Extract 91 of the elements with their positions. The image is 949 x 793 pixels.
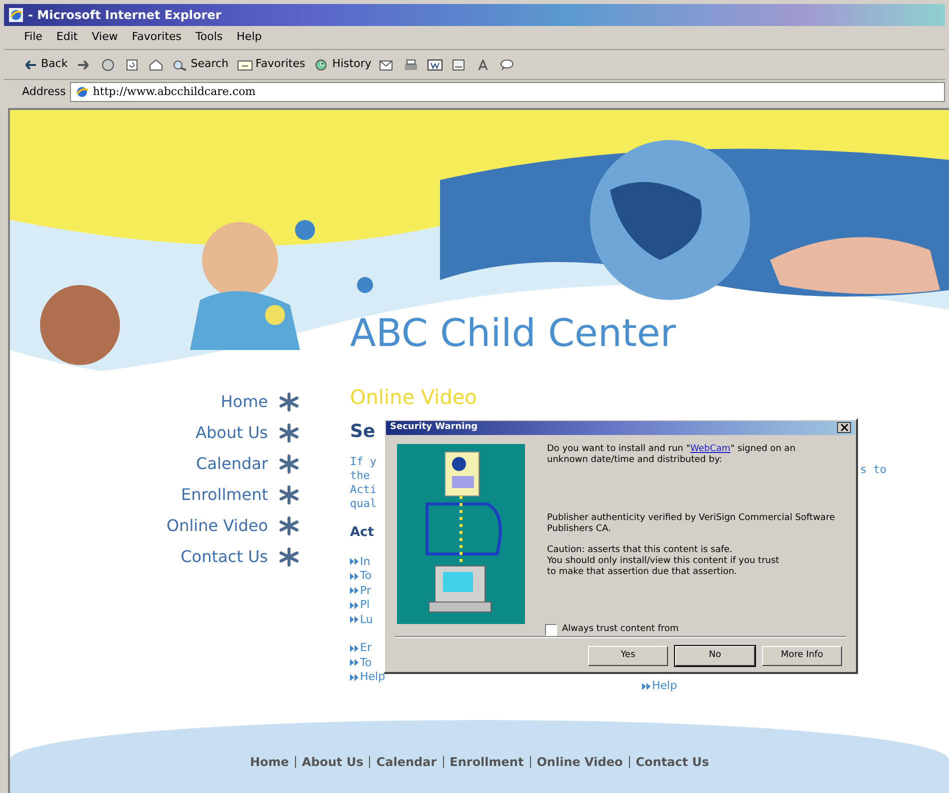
- folder-icon: [236, 58, 253, 70]
- link[interactable]: Help: [350, 670, 386, 684]
- double-arrow-icon: [350, 587, 359, 594]
- caution-text: to make that assertion due that assertion.: [547, 566, 738, 578]
- asterisk-icon: [278, 546, 300, 566]
- double-arrow-icon: [350, 644, 359, 652]
- toolbar-button[interactable]: [499, 58, 516, 70]
- link[interactable]: Pl: [350, 598, 370, 612]
- toolbar-button[interactable]: [403, 58, 420, 70]
- menu-item[interactable]: Favorites: [132, 29, 182, 46]
- page-icon: [74, 85, 89, 99]
- home-icon: [148, 58, 164, 70]
- asterisk-icon: [278, 484, 300, 504]
- double-arrow-icon: [350, 558, 359, 566]
- footer-link[interactable]: Home: [250, 753, 289, 771]
- subheading: Act: [350, 524, 374, 542]
- nav-link[interactable]: Online Video: [166, 514, 300, 537]
- double-arrow-icon: [350, 659, 359, 666]
- paragraph-text: Acti: [350, 483, 376, 497]
- dialog-button[interactable]: No: [675, 646, 755, 666]
- asterisk-icon: [278, 516, 300, 536]
- link[interactable]: To: [350, 569, 372, 584]
- question-text: Do you want to install and run "WebCam" signed on an unknown date/time and distributed by:: [547, 444, 796, 466]
- double-arrow-icon: [642, 682, 651, 690]
- dialog-title: Security Warning: [390, 421, 478, 434]
- section-heading: Se: [350, 420, 376, 444]
- nav-link[interactable]: Enrollment: [181, 483, 300, 506]
- paragraph-text: If y: [350, 455, 376, 469]
- double-arrow-icon: [350, 572, 359, 580]
- speech-bubble-icon: [499, 58, 516, 70]
- window-title: - Microsoft Internet Explorer: [28, 7, 222, 24]
- trust-checkbox[interactable]: Always trust content from: [545, 624, 837, 636]
- toolbar-button[interactable]: Back: [22, 56, 68, 73]
- menu-item[interactable]: Edit: [56, 29, 78, 46]
- link[interactable]: Er: [350, 641, 372, 656]
- search-icon: [172, 58, 188, 70]
- browser-icon: [8, 7, 24, 23]
- printer-icon: [403, 58, 420, 70]
- double-arrow-icon: [350, 602, 359, 609]
- double-arrow-icon: [350, 616, 359, 624]
- stop-icon: [100, 58, 116, 70]
- menu-item[interactable]: Tools: [196, 29, 223, 46]
- asterisk-icon: [278, 422, 300, 442]
- link[interactable]: In: [350, 554, 370, 569]
- asterisk-icon: [278, 454, 300, 474]
- refresh-icon: [124, 58, 140, 70]
- toolbar-button[interactable]: Search: [172, 56, 229, 73]
- footer-link[interactable]: Online Video: [536, 753, 623, 771]
- menu-item[interactable]: View: [92, 29, 118, 46]
- toolbar-button[interactable]: [427, 58, 444, 70]
- section-title: Online Video: [350, 384, 477, 411]
- footer-link[interactable]: Enrollment: [450, 753, 524, 771]
- paragraph-text: the: [350, 469, 370, 483]
- nav-link[interactable]: Calendar: [196, 452, 300, 475]
- address-field[interactable]: http://www.abcchildcare.com: [70, 82, 945, 102]
- dialog-button[interactable]: Yes: [588, 646, 668, 666]
- paragraph-text: qual: [350, 497, 376, 511]
- link[interactable]: Help: [642, 678, 678, 694]
- toolbar-button[interactable]: Favorites: [236, 56, 306, 73]
- webcam-link[interactable]: WebCam: [690, 444, 730, 454]
- toolbar-button[interactable]: History: [313, 56, 372, 73]
- site-title: ABC Child Center: [350, 310, 676, 357]
- toolbar-button[interactable]: [148, 58, 164, 70]
- double-arrow-icon: [350, 674, 359, 681]
- address-label: Address: [22, 84, 66, 100]
- close-icon: [840, 424, 848, 432]
- dialog-button[interactable]: More Info: [762, 646, 842, 666]
- link[interactable]: Pr: [350, 584, 371, 598]
- menu-item[interactable]: Help: [236, 29, 262, 46]
- link[interactable]: Lu: [350, 612, 373, 627]
- caution-text: You should only install/view this content if you trust: [547, 556, 780, 566]
- nav-link[interactable]: Contact Us: [180, 545, 300, 568]
- link[interactable]: To: [350, 656, 372, 670]
- toolbar-button[interactable]: [379, 58, 396, 70]
- document-icon: [427, 58, 444, 70]
- toolbar-button[interactable]: [124, 58, 140, 70]
- mail-icon: [379, 58, 396, 70]
- asterisk-icon: [278, 392, 300, 412]
- menu-item[interactable]: File: [24, 29, 42, 46]
- publisher-text: Publisher authenticity verified by VeriSign Commercial Software Publishers CA.: [547, 512, 836, 534]
- paragraph-text: s to: [860, 462, 886, 478]
- close-button[interactable]: [837, 422, 851, 434]
- note-icon: [451, 58, 468, 70]
- caution-text: Caution: asserts that this content is safe.: [547, 544, 734, 556]
- footer-link[interactable]: Calendar: [376, 753, 437, 771]
- clock-icon: [313, 58, 330, 70]
- toolbar-button[interactable]: [451, 58, 468, 70]
- nav-link[interactable]: About Us: [196, 421, 300, 444]
- footer-link[interactable]: Contact Us: [636, 753, 710, 771]
- nav-link[interactable]: Home: [220, 390, 300, 413]
- footer-link[interactable]: About Us: [302, 753, 364, 771]
